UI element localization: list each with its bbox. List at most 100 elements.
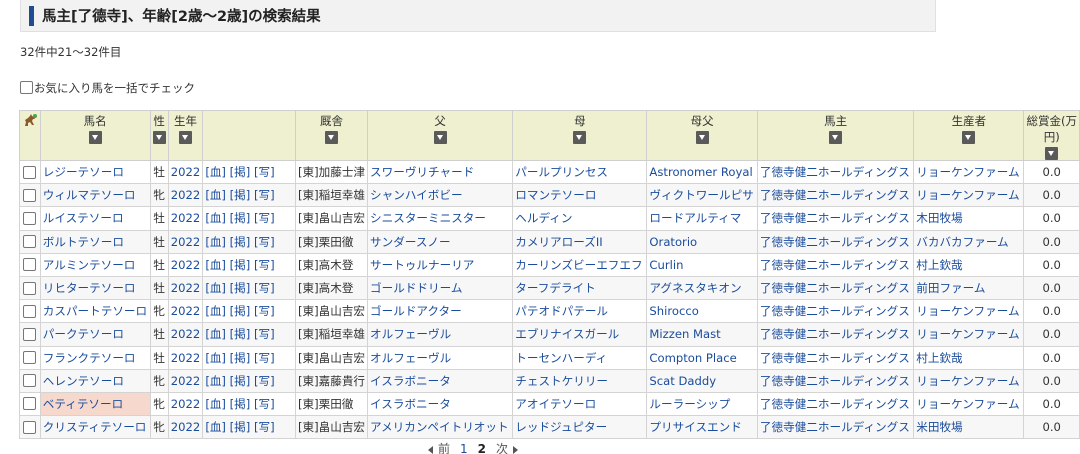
horse-name-link[interactable]: レジーテソーロ xyxy=(43,165,124,179)
pedigree-link[interactable]: [血] xyxy=(205,235,226,249)
sort-dropdown-icon[interactable] xyxy=(962,131,976,144)
dam-link[interactable]: レッドジュピター xyxy=(515,420,607,434)
horse-name-link[interactable]: ヘレンテソーロ xyxy=(43,374,124,388)
breeder-link[interactable]: 前田ファーム xyxy=(916,281,985,295)
owner-link[interactable]: 了徳寺健二ホールディングス xyxy=(760,235,910,249)
breeder-link[interactable]: 村上欽哉 xyxy=(916,351,962,365)
next-page-link[interactable]: 次 xyxy=(496,440,519,454)
sire-link[interactable]: アメリカンペイトリオット xyxy=(370,420,509,434)
dam-link[interactable]: パールプリンセス xyxy=(515,165,608,179)
horse-name-link[interactable]: カスパートテソーロ xyxy=(43,304,147,318)
sire-link[interactable]: イスラボニータ xyxy=(370,397,451,411)
pedigree-link[interactable]: [血] xyxy=(205,327,226,341)
sort-dropdown-icon[interactable] xyxy=(88,131,102,144)
favorite-checkbox[interactable] xyxy=(23,420,37,434)
damsire-link[interactable]: Astronomer Royal xyxy=(649,165,752,179)
damsire-link[interactable]: Curlin xyxy=(649,258,683,272)
damsire-link[interactable]: Compton Place xyxy=(649,351,736,365)
pedigree-link[interactable]: [血] xyxy=(205,281,226,295)
horse-name-link[interactable]: リヒターテソーロ xyxy=(43,281,136,295)
favorite-checkbox[interactable] xyxy=(23,165,37,179)
year-link[interactable]: 2022 xyxy=(171,235,201,249)
year-link[interactable]: 2022 xyxy=(171,188,201,202)
column-header-sire[interactable]: 父 xyxy=(367,110,514,161)
favorite-checkbox[interactable] xyxy=(23,235,37,249)
sort-dropdown-icon[interactable] xyxy=(433,131,447,144)
check-all-favorites[interactable]: お気に入り馬を一括でチェック xyxy=(20,80,195,96)
year-link[interactable]: 2022 xyxy=(171,258,201,272)
breeder-link[interactable]: 木田牧場 xyxy=(916,211,962,225)
sire-link[interactable]: スワーヴリチャード xyxy=(370,165,474,179)
dam-link[interactable]: カーリンズビーエフエフ xyxy=(515,258,642,272)
sire-link[interactable]: ゴールドドリーム xyxy=(370,281,462,295)
owner-link[interactable]: 了徳寺健二ホールディングス xyxy=(760,374,910,388)
damsire-link[interactable]: ルーラーシップ xyxy=(649,397,730,411)
sort-dropdown-icon[interactable] xyxy=(152,131,166,144)
photo-link[interactable]: [写] xyxy=(254,188,275,202)
pedigree-link[interactable]: [血] xyxy=(205,420,226,434)
year-link[interactable]: 2022 xyxy=(171,351,201,365)
horse-name-link[interactable]: フランクテソーロ xyxy=(43,351,136,365)
owner-link[interactable]: 了徳寺健二ホールディングス xyxy=(760,211,910,225)
owner-link[interactable]: 了徳寺健二ホールディングス xyxy=(760,258,910,272)
photo-link[interactable]: [写] xyxy=(254,327,275,341)
year-link[interactable]: 2022 xyxy=(171,165,201,179)
breeder-link[interactable]: リョーケンファーム xyxy=(916,327,1019,341)
damsire-link[interactable]: Shirocco xyxy=(649,304,698,318)
column-header-breeder[interactable]: 生産者 xyxy=(913,110,1025,161)
bbs-link[interactable]: [掲] xyxy=(230,327,251,341)
bbs-link[interactable]: [掲] xyxy=(230,165,251,179)
owner-link[interactable]: 了徳寺健二ホールディングス xyxy=(760,165,910,179)
pedigree-link[interactable]: [血] xyxy=(205,188,226,202)
breeder-link[interactable]: リョーケンファーム xyxy=(916,188,1019,202)
favorite-checkbox[interactable] xyxy=(23,281,37,295)
sort-dropdown-icon[interactable] xyxy=(695,131,709,144)
dam-link[interactable]: エブリナイスガール xyxy=(515,327,619,341)
dam-link[interactable]: ターフデライト xyxy=(515,281,595,295)
favorite-checkbox[interactable] xyxy=(23,188,37,202)
sire-link[interactable]: ゴールドアクター xyxy=(370,304,462,318)
year-link[interactable]: 2022 xyxy=(171,420,201,434)
pedigree-link[interactable]: [血] xyxy=(205,165,226,179)
sire-link[interactable]: サートゥルナーリア xyxy=(370,258,474,272)
bbs-link[interactable]: [掲] xyxy=(230,188,251,202)
column-header-dam[interactable]: 母 xyxy=(512,110,648,161)
horse-name-link[interactable]: ルイステソーロ xyxy=(43,211,124,225)
column-header-prize[interactable]: 総賞金(万円) xyxy=(1023,110,1080,161)
horse-name-link[interactable]: ベティテソーロ xyxy=(43,397,123,411)
photo-link[interactable]: [写] xyxy=(254,374,275,388)
pedigree-link[interactable]: [血] xyxy=(205,374,226,388)
bbs-link[interactable]: [掲] xyxy=(230,281,251,295)
dam-link[interactable]: チェストケリリー xyxy=(515,374,608,388)
owner-link[interactable]: 了徳寺健二ホールディングス xyxy=(760,188,910,202)
owner-link[interactable]: 了徳寺健二ホールディングス xyxy=(760,420,910,434)
pedigree-link[interactable]: [血] xyxy=(205,397,226,411)
sort-dropdown-icon[interactable] xyxy=(1045,147,1059,160)
dam-link[interactable]: カメリアローズII xyxy=(515,235,602,249)
favorite-checkbox[interactable] xyxy=(23,351,37,365)
page-link-1[interactable]: 1 xyxy=(460,442,468,454)
dam-link[interactable]: パテオドパテール xyxy=(515,304,608,318)
bbs-link[interactable]: [掲] xyxy=(230,397,251,411)
owner-link[interactable]: 了徳寺健二ホールディングス xyxy=(760,351,910,365)
breeder-link[interactable]: 米田牧場 xyxy=(916,420,962,434)
bbs-link[interactable]: [掲] xyxy=(230,420,251,434)
owner-link[interactable]: 了徳寺健二ホールディングス xyxy=(760,397,910,411)
favorite-checkbox[interactable] xyxy=(23,397,37,411)
damsire-link[interactable]: Scat Daddy xyxy=(649,374,716,388)
column-header-damsire[interactable]: 母父 xyxy=(646,110,758,161)
owner-link[interactable]: 了徳寺健二ホールディングス xyxy=(760,281,910,295)
dam-link[interactable]: ヘルディン xyxy=(515,211,572,225)
pedigree-link[interactable]: [血] xyxy=(205,351,226,365)
sort-dropdown-icon[interactable] xyxy=(829,131,843,144)
sire-link[interactable]: シャンハイボビー xyxy=(370,188,463,202)
sire-link[interactable]: イスラボニータ xyxy=(370,374,451,388)
favorite-checkbox[interactable] xyxy=(23,304,37,318)
favorite-checkbox[interactable] xyxy=(23,374,37,388)
horse-name-link[interactable]: クリスティテソーロ xyxy=(43,420,147,434)
year-link[interactable]: 2022 xyxy=(171,304,201,318)
favorite-checkbox[interactable] xyxy=(23,327,37,341)
sort-dropdown-icon[interactable] xyxy=(179,131,193,144)
prev-page-link[interactable]: 前 xyxy=(428,440,450,454)
damsire-link[interactable]: アグネスタキオン xyxy=(649,281,741,295)
